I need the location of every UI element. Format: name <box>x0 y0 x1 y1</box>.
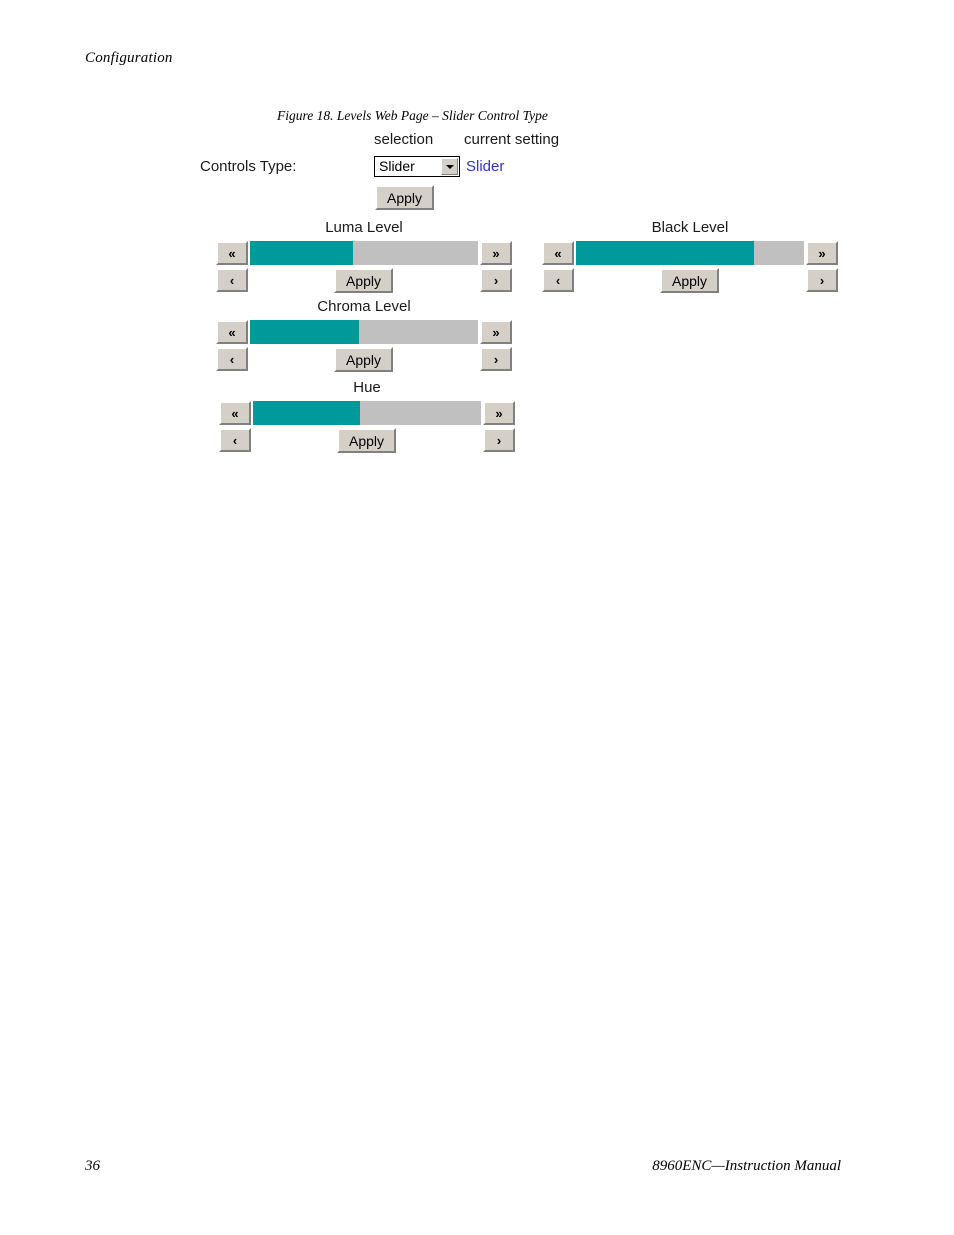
controls-type-current-setting: Slider <box>466 158 505 175</box>
slider-apply-button-hue[interactable]: Apply <box>337 428 396 453</box>
slider-fill-luma-level <box>250 241 353 265</box>
slider-track-luma-level[interactable] <box>250 241 478 265</box>
chevron-down-icon[interactable] <box>441 158 458 175</box>
slider-title-black-level: Black Level <box>651 219 729 236</box>
slider-coarse-row-black-level: «» <box>542 241 838 265</box>
slider-track-chroma-level[interactable] <box>250 320 478 344</box>
slider-increment-button-luma-level[interactable]: › <box>480 268 512 292</box>
slider-title-chroma-level: Chroma Level <box>317 298 411 315</box>
controls-type-select-value: Slider <box>379 158 415 174</box>
slider-decrement-button-chroma-level[interactable]: ‹ <box>216 347 248 371</box>
slider-coarse-row-luma-level: «» <box>216 241 512 265</box>
slider-group-hue: Hue «» ‹ Apply › <box>219 379 515 453</box>
slider-apply-button-luma-level[interactable]: Apply <box>334 268 393 293</box>
slider-fine-row-luma-level: ‹ Apply › <box>216 268 512 293</box>
slider-coarse-row-hue: «» <box>219 401 515 425</box>
slider-fast-increment-button-black-level[interactable]: » <box>806 241 838 265</box>
slider-title-luma-level: Luma Level <box>325 219 403 236</box>
slider-decrement-button-luma-level[interactable]: ‹ <box>216 268 248 292</box>
slider-increment-button-hue[interactable]: › <box>483 428 515 452</box>
footer-page-number: 36 <box>85 1158 100 1174</box>
slider-fast-increment-button-chroma-level[interactable]: » <box>480 320 512 344</box>
column-header-selection: selection <box>374 131 434 148</box>
slider-fine-row-hue: ‹ Apply › <box>219 428 515 453</box>
column-header-current-setting: current setting <box>464 131 560 148</box>
slider-group-black-level: Black Level «» ‹ Apply › <box>542 219 838 293</box>
slider-fine-row-black-level: ‹ Apply › <box>542 268 838 293</box>
slider-group-luma-level: Luma Level «» ‹ Apply › <box>216 219 512 293</box>
footer-manual-title: 8960ENC—Instruction Manual <box>652 1158 841 1174</box>
slider-decrement-button-hue[interactable]: ‹ <box>219 428 251 452</box>
slider-decrement-button-black-level[interactable]: ‹ <box>542 268 574 292</box>
slider-title-hue: Hue <box>353 379 381 396</box>
slider-coarse-row-chroma-level: «» <box>216 320 512 344</box>
slider-fast-decrement-button-hue[interactable]: « <box>219 401 251 425</box>
slider-track-black-level[interactable] <box>576 241 804 265</box>
slider-increment-button-black-level[interactable]: › <box>806 268 838 292</box>
slider-apply-button-black-level[interactable]: Apply <box>660 268 719 293</box>
slider-fast-increment-button-luma-level[interactable]: » <box>480 241 512 265</box>
controls-type-label: Controls Type: <box>200 158 297 175</box>
slider-increment-button-chroma-level[interactable]: › <box>480 347 512 371</box>
slider-group-chroma-level: Chroma Level «» ‹ Apply › <box>216 298 512 372</box>
slider-fast-increment-button-hue[interactable]: » <box>483 401 515 425</box>
slider-fast-decrement-button-chroma-level[interactable]: « <box>216 320 248 344</box>
figure-image: selection current setting Controls Type:… <box>0 0 954 1235</box>
slider-fast-decrement-button-black-level[interactable]: « <box>542 241 574 265</box>
slider-fast-decrement-button-luma-level[interactable]: « <box>216 241 248 265</box>
slider-apply-button-chroma-level[interactable]: Apply <box>334 347 393 372</box>
slider-fill-black-level <box>576 241 754 265</box>
slider-fill-chroma-level <box>250 320 360 344</box>
controls-type-select[interactable]: Slider <box>374 156 460 177</box>
slider-fill-hue <box>253 401 361 425</box>
slider-fine-row-chroma-level: ‹ Apply › <box>216 347 512 372</box>
slider-track-hue[interactable] <box>253 401 481 425</box>
controls-type-apply-button[interactable]: Apply <box>375 185 434 210</box>
